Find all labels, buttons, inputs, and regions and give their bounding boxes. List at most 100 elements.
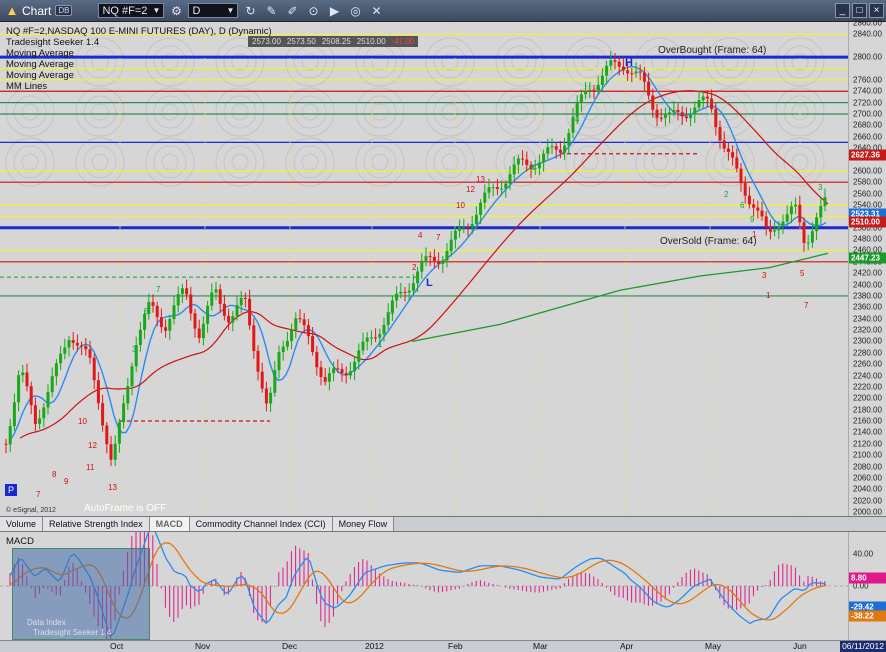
seeker-count-label: 8: [52, 470, 57, 479]
y-tick-label: 2020.00: [853, 496, 882, 506]
candle-body: [210, 292, 214, 306]
candle-body: [54, 363, 58, 377]
quote-close: 2510.00: [356, 37, 386, 46]
candle-body: [239, 297, 243, 306]
background-ring: [215, 137, 265, 187]
seeker-count-label: 7: [156, 285, 161, 294]
background-ring: [301, 153, 319, 171]
y-tick-label: 2220.00: [853, 382, 882, 392]
y-tick-label: 2180.00: [853, 405, 882, 415]
candle-body: [739, 168, 743, 184]
symbol-dropdown-icon[interactable]: ▼: [153, 6, 161, 15]
background-ring: [643, 145, 677, 179]
candle-body: [4, 443, 8, 445]
candle-body: [424, 256, 428, 261]
indicator-tabs: Volume Relative Strength Index MACD Comm…: [0, 516, 886, 532]
minimize-button[interactable]: _: [835, 3, 850, 18]
candle-body: [256, 350, 260, 372]
interval-input[interactable]: D ▼: [188, 3, 239, 18]
x-tick-label: Dec: [282, 641, 298, 651]
candle-body: [243, 297, 247, 299]
target-icon[interactable]: ◎: [346, 2, 364, 20]
tab-volume[interactable]: Volume: [0, 517, 44, 531]
candle-body: [126, 386, 130, 404]
background-ring: [651, 153, 669, 171]
price-chart[interactable]: 7 8 9 10 11 12 13 3 5 7 1 3 2 4 7 10 12 13 8 4 9 2 6 9 1 3 1 5 7 3 NQ…: [0, 22, 848, 516]
candle-body: [285, 341, 289, 347]
candle-body: [374, 337, 378, 339]
candle-body: [176, 294, 180, 306]
candle-body: [773, 230, 777, 232]
copyright: © eSignal, 2012: [6, 507, 56, 514]
play-icon[interactable]: ▶: [325, 2, 343, 20]
background-ring: [153, 95, 187, 129]
seeker-count-label: 3: [132, 345, 137, 354]
close-button[interactable]: ×: [869, 3, 884, 18]
candle-body: [365, 337, 369, 342]
background-ring: [425, 87, 475, 137]
candle-body: [197, 328, 201, 339]
candle-body: [189, 294, 193, 314]
candle-body: [617, 61, 621, 67]
background-ring: [21, 153, 39, 171]
symbol-input[interactable]: NQ #F=2 ▼: [98, 3, 165, 18]
candle-body: [588, 89, 592, 92]
candle-body: [311, 336, 315, 353]
draw-pencil-icon[interactable]: ✎: [262, 2, 280, 20]
candle-body: [185, 288, 189, 295]
candle-body: [50, 376, 54, 393]
background-ring: [363, 45, 397, 79]
cursor-icon[interactable]: ⊙: [304, 2, 322, 20]
candle-body: [579, 94, 583, 103]
background-ring: [83, 95, 117, 129]
chart-window-icon: ▲: [5, 3, 19, 18]
study-3: Moving Average: [6, 59, 74, 70]
brush-icon[interactable]: ✐: [283, 2, 301, 20]
time-axis[interactable]: 06/11/2012 Oct Nov Dec 2012 Feb Mar Apr May Jun: [0, 640, 886, 652]
overlay-sub: Data Index: [27, 618, 66, 627]
tab-money-flow[interactable]: Money Flow: [332, 517, 395, 531]
background-ring: [145, 87, 195, 137]
background-ring: [153, 145, 187, 179]
background-ring: [433, 95, 467, 129]
candle-body: [743, 183, 747, 196]
oversold-label: OverSold (Frame: 64): [660, 236, 757, 247]
candle-body: [495, 187, 499, 189]
link-icon[interactable]: ⚙: [167, 2, 185, 20]
candle-body: [642, 72, 646, 82]
candle-body: [680, 112, 684, 117]
x-tick-label: 2012: [365, 641, 384, 651]
tab-macd[interactable]: MACD: [149, 517, 190, 531]
quote-bar: 2573.00 2573.50 2508.25 2510.00 -47.00: [248, 36, 419, 47]
candle-body: [75, 342, 79, 346]
crosshair-icon[interactable]: ✕: [367, 2, 385, 20]
y-tick-label: 2360.00: [853, 302, 882, 312]
background-ring: [293, 145, 327, 179]
candle-body: [815, 217, 819, 232]
background-ring: [783, 45, 817, 79]
current-date: 06/11/2012: [840, 641, 886, 652]
refresh-icon[interactable]: ↻: [241, 2, 259, 20]
candle-body: [718, 127, 722, 141]
maximize-button[interactable]: □: [852, 3, 867, 18]
background-ring: [75, 137, 125, 187]
candle-body: [336, 368, 340, 370]
y-tick-label: 2120.00: [853, 439, 882, 449]
interval-dropdown-icon[interactable]: ▼: [227, 6, 235, 15]
candle-body: [403, 291, 407, 293]
price-axis[interactable]: 2860.00 2840.00 2800.00 2760.00 2740.00 2720.…: [848, 19, 886, 517]
candle-body: [668, 112, 672, 115]
background-ring: [705, 137, 755, 187]
price-tag: 2627.36: [849, 149, 886, 161]
data-window-overlay[interactable]: Data Index Tradesight Seeker 1.4: [12, 548, 150, 640]
y-tick-label: 2100.00: [853, 450, 882, 460]
candle-body: [294, 318, 298, 330]
candle-body: [722, 140, 726, 149]
candle-body: [500, 188, 504, 190]
tab-cci[interactable]: Commodity Channel Index (CCI): [189, 517, 333, 531]
candle-body: [609, 60, 613, 66]
candle-body: [714, 109, 718, 128]
macd-axis: 40.000.00-40.008.80-29.42-38.22: [848, 532, 886, 640]
quote-change: -47.00: [391, 37, 415, 46]
tab-rsi[interactable]: Relative Strength Index: [43, 517, 150, 531]
